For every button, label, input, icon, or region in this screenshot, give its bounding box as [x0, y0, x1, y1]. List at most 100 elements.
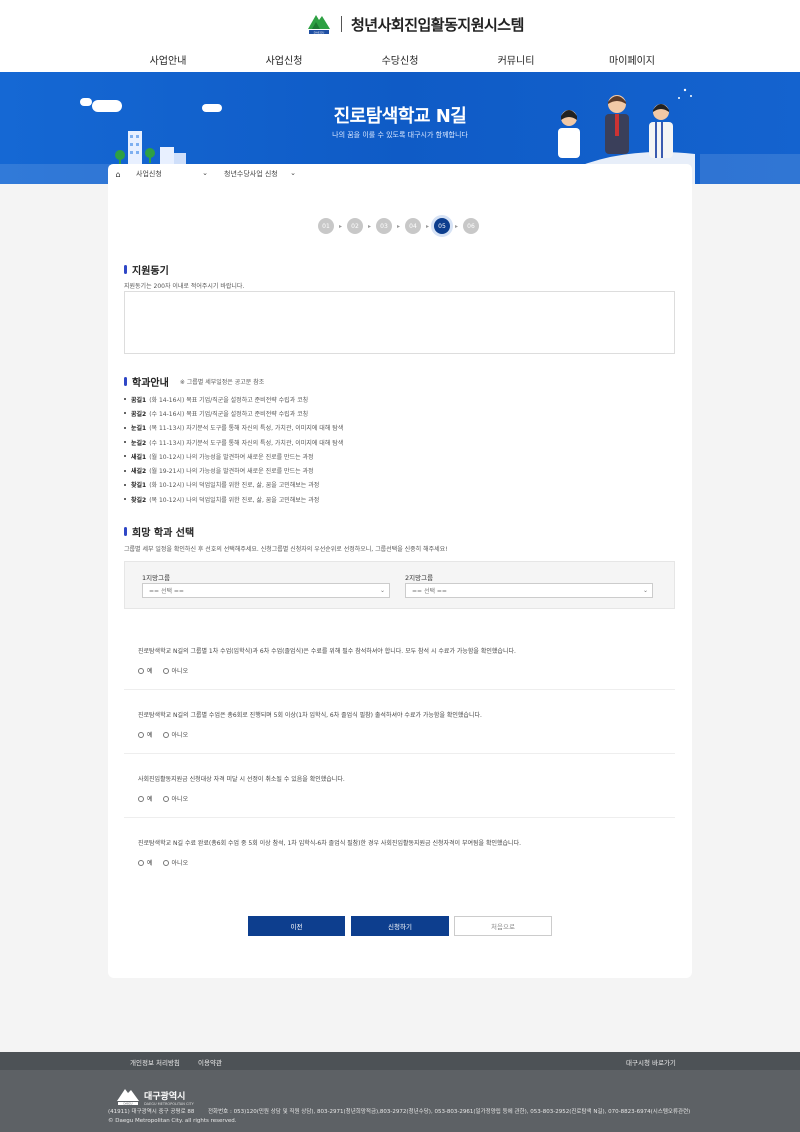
main-nav: 사업안내 사업신청 수당신청 커뮤니티 마이페이지 [0, 52, 800, 67]
nav-item-community[interactable]: 커뮤니티 [458, 52, 574, 67]
restart-button[interactable]: 처음으로 [454, 916, 552, 936]
footer-links-bar: 개인정보 처리방침 이용약관 대구시청 바로가기 [0, 1052, 800, 1070]
radio-no[interactable]: 아니오 [162, 858, 189, 867]
section-title-text: 지원동기 [132, 266, 169, 277]
site-logo[interactable]: DAEGU 청년사회진입활동지원시스템 [306, 13, 524, 35]
motivation-textarea[interactable] [124, 291, 675, 354]
breadcrumb: ⌂ 사업신청 ⌄ 청년수당사업 신청 ⌄ [108, 164, 692, 184]
radio-yes[interactable]: 예 [138, 794, 153, 803]
footer-logo: DAEGU 대구광역시 DAEGU METROPOLITAN CITY [116, 1088, 194, 1106]
second-choice-select[interactable]: == 선택 == ⌄ [405, 583, 653, 598]
list-item: 눈길1 (목 11-13시) 자기분석 도구를 통해 자신의 특성, 가치관, 이… [124, 421, 343, 435]
radio-yes[interactable]: 예 [138, 666, 153, 675]
agreement-item-1: 진로탐색학교 N길의 그룹별 1차 수업(입학식)과 6차 수업(졸업식)은 수… [124, 646, 675, 690]
step-1: 01 [318, 218, 334, 234]
city-silhouette [0, 164, 110, 184]
group-choice-box: 1지망그룹 == 선택 == ⌄ 2지망그룹 == 선택 == ⌄ [124, 561, 675, 609]
section-title-text: 학과안내 [132, 378, 169, 389]
department-detail: (화 14-16시) 목표 기업/직군을 설정하고 준비전략 수립과 코칭 [149, 396, 309, 404]
radio-no[interactable]: 아니오 [162, 794, 188, 803]
radio-no[interactable]: 아니오 [162, 730, 189, 739]
chevron-down-icon: ⌄ [379, 587, 385, 594]
footer-org-name: 대구광역시 [144, 1091, 186, 1102]
first-choice-select[interactable]: == 선택 == ⌄ [142, 583, 390, 598]
section-bar-icon [124, 527, 127, 536]
bullet-icon [124, 412, 126, 415]
svg-text:DAEGU: DAEGU [124, 1102, 133, 1106]
radio-yes[interactable]: 예 [138, 858, 153, 867]
department-list: 꿈길1 (화 14-16시) 목표 기업/직군을 설정하고 준비전략 수립과 코칭… [124, 392, 343, 506]
apply-button[interactable]: 신청하기 [351, 916, 449, 936]
privacy-policy-link[interactable]: 개인정보 처리방침 [130, 1057, 180, 1067]
nav-item-allowance-apply[interactable]: 수당신청 [342, 52, 458, 67]
agreement-options: 예 아니오 [138, 794, 188, 803]
department-name: 새길2 [131, 468, 147, 476]
breadcrumb-item-business-apply[interactable]: 사업신청 ⌄ [128, 169, 216, 179]
radio-circle-icon [162, 667, 169, 674]
nav-item-mypage[interactable]: 마이페이지 [574, 52, 690, 67]
bullet-icon [124, 498, 126, 501]
radio-label: 예 [147, 668, 153, 675]
footer-address: (41911) 대구광역시 중구 공평로 88 [108, 1109, 195, 1115]
department-name: 찾길1 [131, 482, 147, 490]
home-icon[interactable]: ⌂ [108, 170, 128, 179]
prev-button[interactable]: 이전 [248, 916, 345, 936]
choice-description: 그룹별 세부 일정을 확인하신 후 선호의 선택해주세요. 신청그룹별 신청자의… [124, 546, 448, 553]
chevron-down-icon: ⌄ [642, 587, 648, 594]
terms-link[interactable]: 이용약관 [198, 1057, 222, 1067]
agreement-question: 사회진입활동지원금 신청대상 자격 미달 시 선정이 취소될 수 있음을 확인했… [138, 776, 345, 783]
breadcrumb-item-label: 사업신청 [136, 170, 162, 178]
department-detail: (수 14-16시) 목표 기업/직군을 설정하고 준비전략 수립과 코칭 [149, 410, 309, 418]
first-choice-label: 1지망그룹 [142, 574, 171, 582]
logo-divider [341, 16, 342, 32]
step-indicator: 01 ▸ 02 ▸ 03 ▸ 04 ▸ 05 ▸ 06 [318, 218, 479, 234]
step-6: 06 [463, 218, 479, 234]
bullet-icon [124, 441, 126, 444]
nav-item-business-apply[interactable]: 사업신청 [226, 52, 342, 67]
agreement-options: 예 아니오 [138, 666, 188, 675]
agreement-options: 예 아니오 [138, 858, 188, 867]
radio-circle-icon [162, 795, 169, 802]
department-name: 꿈길1 [131, 396, 147, 404]
section-title-text: 희망 학과 선택 [132, 528, 195, 539]
application-panel: 01 ▸ 02 ▸ 03 ▸ 04 ▸ 05 ▸ 06 지원동기 지원동기는 2… [108, 184, 692, 978]
footer-org-name-en: DAEGU METROPOLITAN CITY [144, 1101, 194, 1106]
list-item: 꿈길1 (화 14-16시) 목표 기업/직군을 설정하고 준비전략 수립과 코칭 [124, 392, 343, 406]
list-item: 찾길2 (목 10-12시) 나의 덕업일치를 위한 진로, 삶, 꿈을 고민해보… [124, 492, 343, 506]
daegu-logo-icon: DAEGU [306, 13, 332, 35]
department-name: 눈길2 [131, 439, 147, 447]
agreement-item-4: 진로탐색학교 N길 수료 완료(총6회 수업 중 5회 이상 참석, 1차 입학… [124, 838, 675, 882]
bullet-icon [124, 426, 126, 429]
department-section-title: 학과안내 ※ 그룹별 세부일정은 공고문 참조 [124, 374, 264, 389]
radio-label: 예 [147, 732, 153, 739]
radio-label: 아니오 [171, 860, 189, 867]
section-bar-icon [124, 265, 127, 274]
radio-label: 아니오 [171, 732, 189, 739]
nav-item-business-info[interactable]: 사업안내 [110, 52, 226, 67]
radio-no[interactable]: 아니오 [162, 666, 189, 675]
radio-label: 아니오 [171, 668, 189, 675]
agreement-item-2: 진로탐색학교 N길의 그룹별 수업은 총6회로 진행되며 5회 이상(1차 입학… [124, 710, 675, 754]
choice-section-title: 희망 학과 선택 [124, 524, 194, 539]
step-arrow-icon: ▸ [338, 222, 342, 230]
agreement-options: 예 아니오 [138, 730, 188, 739]
step-arrow-icon: ▸ [367, 222, 371, 230]
section-bar-icon [124, 377, 127, 386]
agreement-item-3: 사회진입활동지원금 신청대상 자격 미달 시 선정이 취소될 수 있음을 확인했… [124, 774, 675, 818]
agreement-question: 진로탐색학교 N길의 그룹별 1차 수업(입학식)과 6차 수업(졸업식)은 수… [138, 648, 516, 655]
list-item: 새길1 (월 10-12시) 나의 가능성을 발견하여 새로운 진로를 만드는 과… [124, 449, 343, 463]
radio-label: 예 [147, 860, 153, 867]
select-value: == 선택 == [149, 588, 184, 595]
agreement-question: 진로탐색학교 N길의 그룹별 수업은 총6회로 진행되며 5회 이상(1차 입학… [138, 712, 482, 719]
radio-label: 예 [147, 796, 153, 803]
city-silhouette [700, 154, 800, 184]
bullet-icon [124, 483, 126, 486]
daegu-city-link[interactable]: 대구시청 바로가기 [626, 1057, 676, 1067]
breadcrumb-item-allowance[interactable]: 청년수당사업 신청 ⌄ [216, 169, 304, 179]
radio-circle-icon [162, 731, 169, 738]
chevron-down-icon: ⌄ [202, 169, 208, 177]
radio-yes[interactable]: 예 [138, 730, 153, 739]
footer-copyright: © Daegu Metropolitan City. all rights re… [108, 1118, 237, 1124]
department-detail: (수 11-13시) 자기분석 도구를 통해 자신의 특성, 가치관, 이미지에… [149, 439, 344, 447]
list-item: 눈길2 (수 11-13시) 자기분석 도구를 통해 자신의 특성, 가치관, 이… [124, 435, 343, 449]
